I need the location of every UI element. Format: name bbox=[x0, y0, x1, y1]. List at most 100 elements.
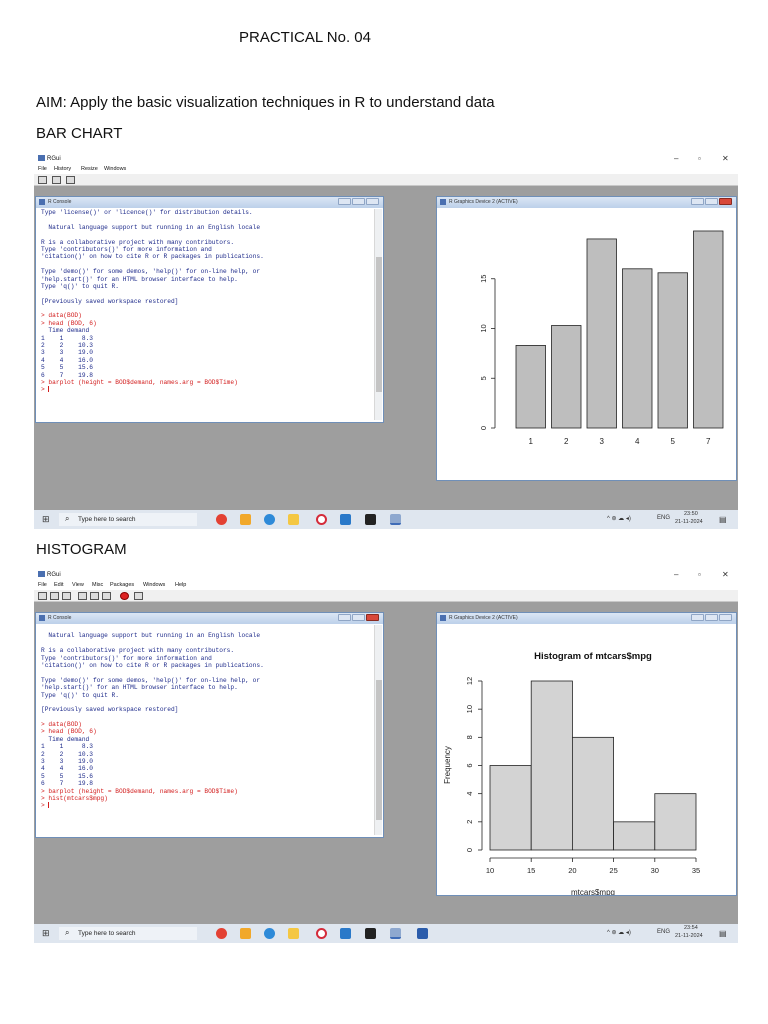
console-titlebar[interactable]: R Console bbox=[36, 613, 383, 624]
terminal-icon[interactable] bbox=[365, 928, 376, 939]
tray-date[interactable]: 21-11-2024 bbox=[675, 933, 703, 939]
console-line: 5 5 15.6 bbox=[41, 772, 93, 780]
windows-start-icon[interactable]: ⊞ bbox=[42, 514, 50, 525]
graphics-maximize-button[interactable] bbox=[705, 614, 718, 621]
vscode-icon[interactable] bbox=[340, 928, 351, 939]
graphics-close-button[interactable] bbox=[719, 614, 732, 621]
photos-icon[interactable] bbox=[240, 514, 251, 525]
screenshot-bar-chart: RGui – ▫ ✕ File History Resize Windows R… bbox=[34, 154, 738, 529]
tray-date[interactable]: 21-11-2024 bbox=[675, 519, 703, 525]
console-line: Time demand bbox=[41, 735, 90, 743]
menu-file[interactable]: File bbox=[38, 166, 47, 172]
menu-windows[interactable]: Windows bbox=[104, 166, 126, 172]
open-script-icon[interactable] bbox=[38, 176, 47, 184]
console-line: 'help.start()' for an HTML browser inter… bbox=[41, 684, 238, 692]
chrome-icon[interactable] bbox=[216, 514, 227, 525]
console-close-button[interactable] bbox=[366, 198, 379, 205]
console-minimize-button[interactable] bbox=[338, 614, 351, 621]
tray-icons[interactable]: ^ ⊛ ☁ ◂) bbox=[607, 515, 631, 522]
r-graphics-window[interactable]: R Graphics Device 2 (ACTIVE) 1 2 3 4 5 7 0 5 10 1… bbox=[436, 196, 737, 481]
paste-icon[interactable] bbox=[90, 592, 99, 600]
photos-icon[interactable] bbox=[240, 928, 251, 939]
menu-view[interactable]: View bbox=[72, 582, 84, 588]
opera-icon[interactable] bbox=[316, 514, 327, 525]
graphics-maximize-button[interactable] bbox=[705, 198, 718, 205]
r-console-window[interactable]: R Console Type 'license()' or 'licence()… bbox=[35, 196, 384, 423]
graphics-titlebar[interactable]: R Graphics Device 2 (ACTIVE) bbox=[437, 613, 736, 624]
terminal-icon[interactable] bbox=[365, 514, 376, 525]
graphics-icon bbox=[440, 199, 446, 205]
open-script-icon[interactable] bbox=[38, 592, 47, 600]
console-line: > barplot (height = BOD$demand, names.ar… bbox=[41, 787, 238, 795]
tray-language[interactable]: ENG bbox=[657, 515, 670, 521]
console-output[interactable]: Type 'license()' or 'licence()' for dist… bbox=[38, 209, 373, 420]
notification-icon[interactable]: ▤ bbox=[719, 515, 727, 524]
menu-misc[interactable]: Misc bbox=[92, 582, 103, 588]
scrollbar-thumb[interactable] bbox=[376, 257, 382, 392]
tray-time[interactable]: 23:50 bbox=[684, 511, 698, 517]
graphics-minimize-button[interactable] bbox=[691, 614, 704, 621]
console-close-button[interactable] bbox=[366, 614, 379, 621]
maximize-button[interactable]: ▫ bbox=[698, 154, 701, 163]
stop-icon[interactable] bbox=[120, 592, 129, 600]
y-tick-label: 10 bbox=[465, 705, 474, 713]
console-titlebar[interactable]: R Console bbox=[36, 197, 383, 208]
console-line: 6 7 19.8 bbox=[41, 371, 93, 379]
taskbar-search[interactable]: ⌕ Type here to search bbox=[59, 927, 197, 940]
console-line: 4 4 16.0 bbox=[41, 356, 93, 364]
file-explorer-icon[interactable] bbox=[288, 928, 299, 939]
graphics-titlebar[interactable]: R Graphics Device 2 (ACTIVE) bbox=[437, 197, 736, 208]
print-icon[interactable] bbox=[134, 592, 143, 600]
console-line: > barplot (height = BOD$demand, names.ar… bbox=[41, 378, 238, 386]
minimize-button[interactable]: – bbox=[674, 154, 678, 163]
console-output[interactable]: Natural language support but running in … bbox=[38, 625, 373, 835]
tray-language[interactable]: ENG bbox=[657, 929, 670, 935]
copy-icon[interactable] bbox=[78, 592, 87, 600]
menu-history[interactable]: History bbox=[54, 166, 71, 172]
graphics-close-button[interactable] bbox=[719, 198, 732, 205]
copy-icon[interactable] bbox=[66, 176, 75, 184]
edge-icon[interactable] bbox=[264, 928, 275, 939]
tray-time[interactable]: 23:54 bbox=[684, 925, 698, 931]
close-button[interactable]: ✕ bbox=[722, 154, 729, 163]
console-line: R is a collaborative project with many c… bbox=[41, 647, 235, 655]
console-maximize-button[interactable] bbox=[352, 614, 365, 621]
x-tick-label: 7 bbox=[706, 437, 711, 446]
menu-resize[interactable]: Resize bbox=[81, 166, 98, 172]
taskbar-search[interactable]: ⌕ Type here to search bbox=[59, 513, 197, 526]
file-explorer-icon[interactable] bbox=[288, 514, 299, 525]
edge-icon[interactable] bbox=[264, 514, 275, 525]
print-icon[interactable] bbox=[52, 176, 61, 184]
notification-icon[interactable]: ▤ bbox=[719, 929, 727, 938]
menu-windows[interactable]: Windows bbox=[143, 582, 165, 588]
save-icon[interactable] bbox=[62, 592, 71, 600]
chrome-icon[interactable] bbox=[216, 928, 227, 939]
console-minimize-button[interactable] bbox=[338, 198, 351, 205]
load-workspace-icon[interactable] bbox=[50, 592, 59, 600]
close-button[interactable]: ✕ bbox=[722, 570, 729, 579]
maximize-button[interactable]: ▫ bbox=[698, 570, 701, 579]
r-app-icon[interactable] bbox=[390, 514, 401, 525]
menu-bar: File History Resize Windows bbox=[34, 165, 738, 174]
r-console-window[interactable]: R Console Natural language support but r… bbox=[35, 612, 384, 838]
windows-start-icon[interactable]: ⊞ bbox=[42, 928, 50, 939]
copy-paste-icon[interactable] bbox=[102, 592, 111, 600]
word-icon[interactable] bbox=[417, 928, 428, 939]
scrollbar-thumb[interactable] bbox=[376, 680, 382, 820]
console-scrollbar[interactable] bbox=[374, 625, 382, 835]
menu-edit[interactable]: Edit bbox=[54, 582, 63, 588]
console-scrollbar[interactable] bbox=[374, 209, 382, 420]
menu-packages[interactable]: Packages bbox=[110, 582, 134, 588]
r-app-icon[interactable] bbox=[390, 928, 401, 939]
opera-icon[interactable] bbox=[316, 928, 327, 939]
tray-icons[interactable]: ^ ⊛ ☁ ◂) bbox=[607, 929, 631, 936]
y-tick-label: 10 bbox=[479, 324, 488, 332]
minimize-button[interactable]: – bbox=[674, 570, 678, 579]
r-graphics-window[interactable]: R Graphics Device 2 (ACTIVE) Histogram o… bbox=[436, 612, 737, 896]
menu-help[interactable]: Help bbox=[175, 582, 186, 588]
menu-file[interactable]: File bbox=[38, 582, 47, 588]
x-tick-label: 20 bbox=[568, 866, 576, 875]
console-maximize-button[interactable] bbox=[352, 198, 365, 205]
vscode-icon[interactable] bbox=[340, 514, 351, 525]
graphics-minimize-button[interactable] bbox=[691, 198, 704, 205]
